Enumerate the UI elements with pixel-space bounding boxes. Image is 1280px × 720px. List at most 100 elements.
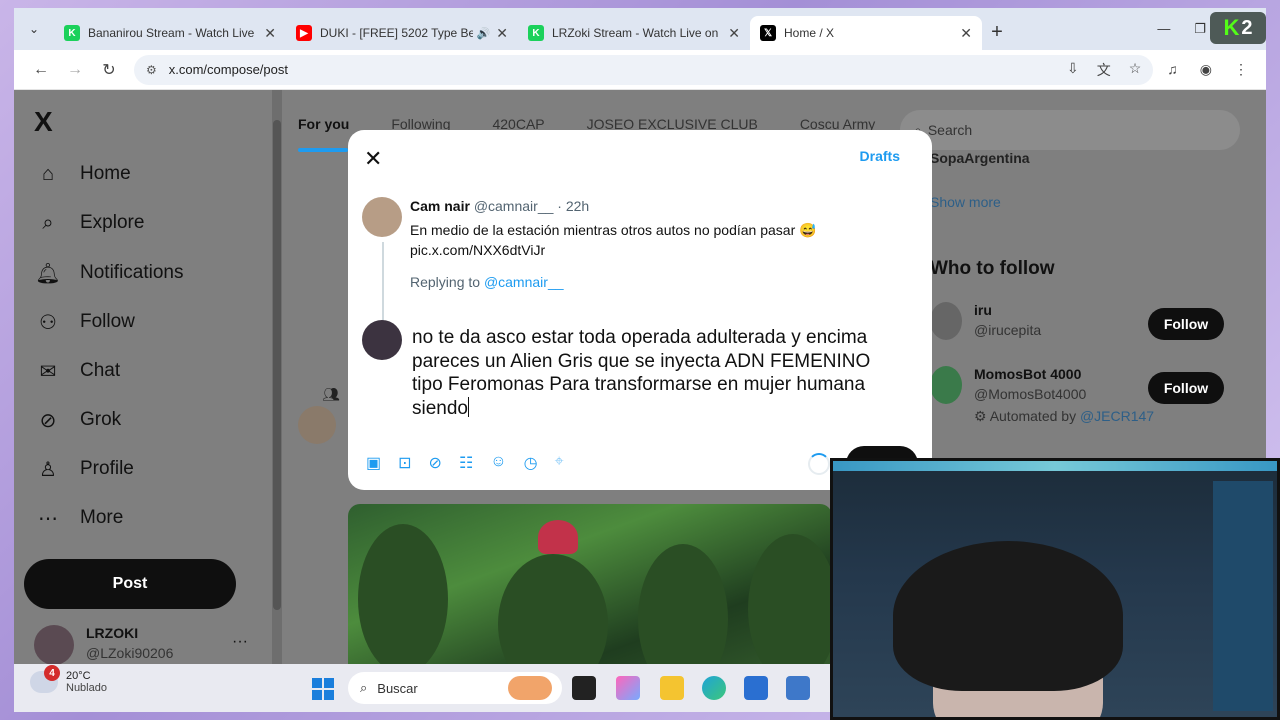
sidebar-item-grok[interactable]: ⊘ Grok — [34, 406, 122, 434]
avatar[interactable] — [362, 320, 402, 360]
replying-prefix: Replying to — [410, 274, 481, 290]
translate-icon[interactable]: 文 — [1097, 60, 1111, 80]
suggestion-name: MomosBot 4000 — [974, 366, 1082, 382]
sidebar-item-label: Notifications — [80, 262, 184, 283]
close-icon[interactable]: ✕ — [960, 25, 972, 42]
tab-for-you[interactable]: For you — [298, 116, 349, 132]
gif-icon[interactable]: ⊡ — [398, 453, 411, 473]
restore-icon[interactable]: ❐ — [1194, 21, 1206, 37]
new-tab-button[interactable]: + — [982, 21, 1012, 44]
image-icon[interactable]: ▣ — [366, 453, 381, 473]
sidebar-item-home[interactable]: ⌂ Home — [34, 160, 131, 188]
post-link[interactable]: pic.x.com/NXX6dtViJr — [410, 240, 890, 260]
install-app-icon[interactable]: ⇩ — [1067, 60, 1079, 80]
account-switcher[interactable]: LRZOKI @LZoki90206 ··· — [34, 625, 248, 664]
kick-icon: K — [64, 25, 80, 41]
reply-textarea[interactable]: no te da asco estar toda operada adulter… — [412, 326, 902, 420]
sidebar-item-chat[interactable]: ✉ Chat — [34, 357, 121, 385]
profile-icon[interactable]: ◉ — [1200, 61, 1212, 78]
who-to-follow-heading: Who to follow — [930, 258, 1055, 279]
drafts-button[interactable]: Drafts — [860, 148, 900, 164]
location-icon[interactable]: ⌖ — [555, 453, 564, 473]
media-control-icon[interactable]: ♫ — [1167, 61, 1178, 78]
bookmark-star-icon[interactable]: ☆ — [1129, 60, 1142, 80]
tab-duki[interactable]: ▶ DUKI - [FREE] 5202 Type Be 🔊 ✕ — [286, 16, 518, 50]
post-text: En medio de la estación mientras otros a… — [410, 220, 890, 260]
avatar — [34, 625, 74, 664]
browser-actions: ♫ ◉ ⋮ — [1167, 61, 1256, 78]
address-bar-actions: ⇩ 文 ☆ — [1067, 60, 1141, 80]
post-button[interactable]: Post — [24, 559, 236, 609]
app-icon[interactable] — [786, 676, 810, 700]
close-icon[interactable]: ✕ — [364, 146, 382, 172]
x-icon: 𝕏 — [760, 25, 776, 41]
sidebar-item-follow[interactable]: ⚇ Follow — [34, 308, 135, 336]
author-name: Cam nair — [410, 198, 470, 214]
active-tab-indicator — [298, 148, 348, 152]
suggestion-handle: @irucepita — [974, 322, 1042, 338]
emoji-icon[interactable]: ☺ — [490, 453, 506, 473]
avatar[interactable] — [362, 197, 402, 237]
scrollbar-thumb[interactable] — [273, 120, 281, 610]
store-icon[interactable] — [744, 676, 768, 700]
text-caret — [468, 396, 469, 417]
account-name: LRZOKI — [86, 625, 139, 641]
sidebar-item-label: More — [80, 507, 124, 528]
taskbar-search[interactable]: ⌕ Buscar — [348, 672, 562, 704]
tab-lrzoki[interactable]: K LRZoki Stream - Watch Live on ✕ — [518, 16, 750, 50]
tab-title: Bananirou Stream - Watch Live — [88, 26, 255, 40]
forward-icon[interactable]: → — [58, 61, 92, 79]
weather-temp: 20°C — [66, 670, 91, 682]
avatar[interactable] — [930, 366, 962, 404]
menu-icon[interactable]: ⋮ — [1234, 61, 1248, 78]
speaker-icon[interactable]: 🔊 — [477, 27, 491, 40]
close-icon[interactable]: ✕ — [264, 25, 276, 42]
sidebar-item-notifications[interactable]: 🔔︎ Notifications — [34, 259, 184, 287]
task-view-icon[interactable] — [572, 676, 596, 700]
copilot-icon[interactable] — [616, 676, 640, 700]
file-explorer-icon[interactable] — [660, 676, 684, 700]
poll-icon[interactable]: ☷ — [459, 453, 473, 473]
tab-home-x[interactable]: 𝕏 Home / X ✕ — [750, 16, 982, 50]
weather-widget[interactable]: 4 20°C Nublado — [30, 665, 107, 694]
close-icon[interactable]: ✕ — [496, 25, 508, 42]
sidebar-item-more[interactable]: ⋯ More — [34, 504, 123, 532]
windows-start-icon[interactable] — [312, 678, 334, 700]
address-bar[interactable]: ⚙ x.com/compose/post ⇩ 文 ☆ — [134, 54, 1154, 85]
search-icon: ⌕ — [360, 680, 368, 695]
webcam-overlay — [830, 458, 1280, 720]
reload-icon[interactable]: ↻ — [92, 60, 126, 80]
more-horizontal-icon[interactable]: ··· — [232, 633, 248, 651]
automated-label: ⚙ Automated by @JECR147 — [974, 408, 1154, 425]
post-media[interactable] — [348, 504, 832, 664]
search-highlight-icon — [508, 676, 552, 700]
automated-by-link[interactable]: @JECR147 — [1080, 408, 1154, 424]
close-icon[interactable]: ✕ — [728, 25, 740, 42]
x-logo-icon[interactable]: X — [34, 106, 53, 138]
edge-icon[interactable] — [702, 676, 726, 700]
follow-button[interactable]: Follow — [1148, 308, 1224, 340]
sidebar: X ⌂ Home ⌕ Explore 🔔︎ Notifications ⚇ Fo… — [14, 90, 272, 664]
sidebar-item-label: Profile — [80, 458, 134, 479]
grok-icon[interactable]: ⊘ — [429, 453, 442, 473]
sidebar-item-explore[interactable]: ⌕ Explore — [34, 209, 144, 237]
back-icon[interactable]: ← — [24, 61, 58, 79]
avatar[interactable] — [930, 302, 962, 340]
replying-to-link[interactable]: @camnair__ — [484, 274, 564, 290]
avatar[interactable] — [298, 406, 336, 444]
schedule-icon[interactable]: ◷ — [524, 453, 538, 473]
tab-bananirou[interactable]: K Bananirou Stream - Watch Live ✕ — [54, 16, 286, 50]
grok-icon: ⊘ — [39, 409, 57, 432]
sidebar-item-profile[interactable]: ♙ Profile — [34, 455, 134, 483]
suggestion-handle: @MomosBot4000 — [974, 386, 1087, 402]
follow-button[interactable]: Follow — [1148, 372, 1224, 404]
minimize-icon[interactable]: — — [1157, 21, 1170, 37]
site-info-icon[interactable]: ⚙ — [146, 63, 157, 77]
thread-line — [382, 242, 384, 322]
add-person-icon: ⚇ — [39, 311, 57, 334]
sidebar-item-label: Grok — [80, 409, 122, 430]
tab-search-dropdown[interactable]: ⌄ — [14, 8, 54, 50]
reply-text: no te da asco estar toda operada adulter… — [412, 327, 871, 419]
trend-item[interactable]: SopaArgentina — [930, 150, 1030, 166]
show-more-link[interactable]: Show more — [930, 194, 1001, 210]
